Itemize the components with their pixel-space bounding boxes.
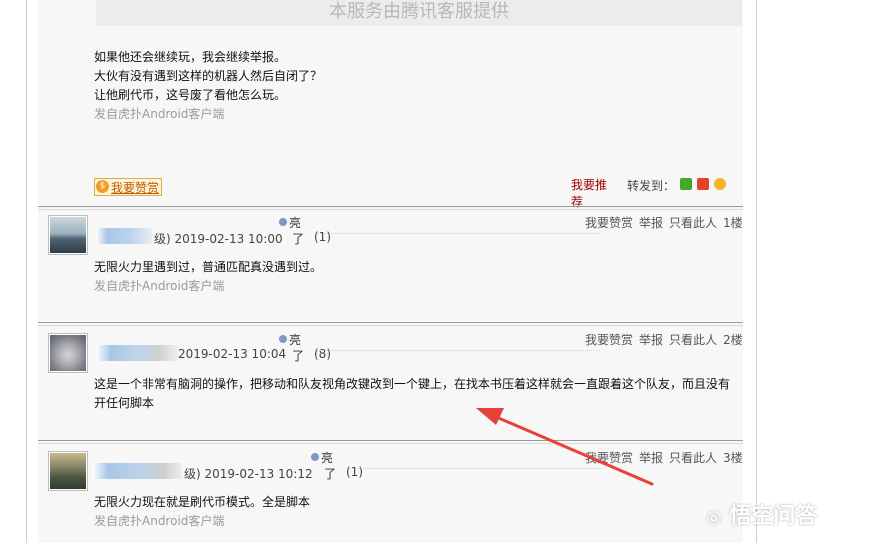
watermark-text: 悟空问答 <box>729 504 818 529</box>
annotation-arrow <box>476 408 654 486</box>
arrow-shaft <box>492 414 654 486</box>
arrow-head <box>476 408 504 425</box>
watermark: ◎ 悟空问答 <box>706 498 817 530</box>
chat-bubble-icon: ◎ <box>706 507 722 528</box>
